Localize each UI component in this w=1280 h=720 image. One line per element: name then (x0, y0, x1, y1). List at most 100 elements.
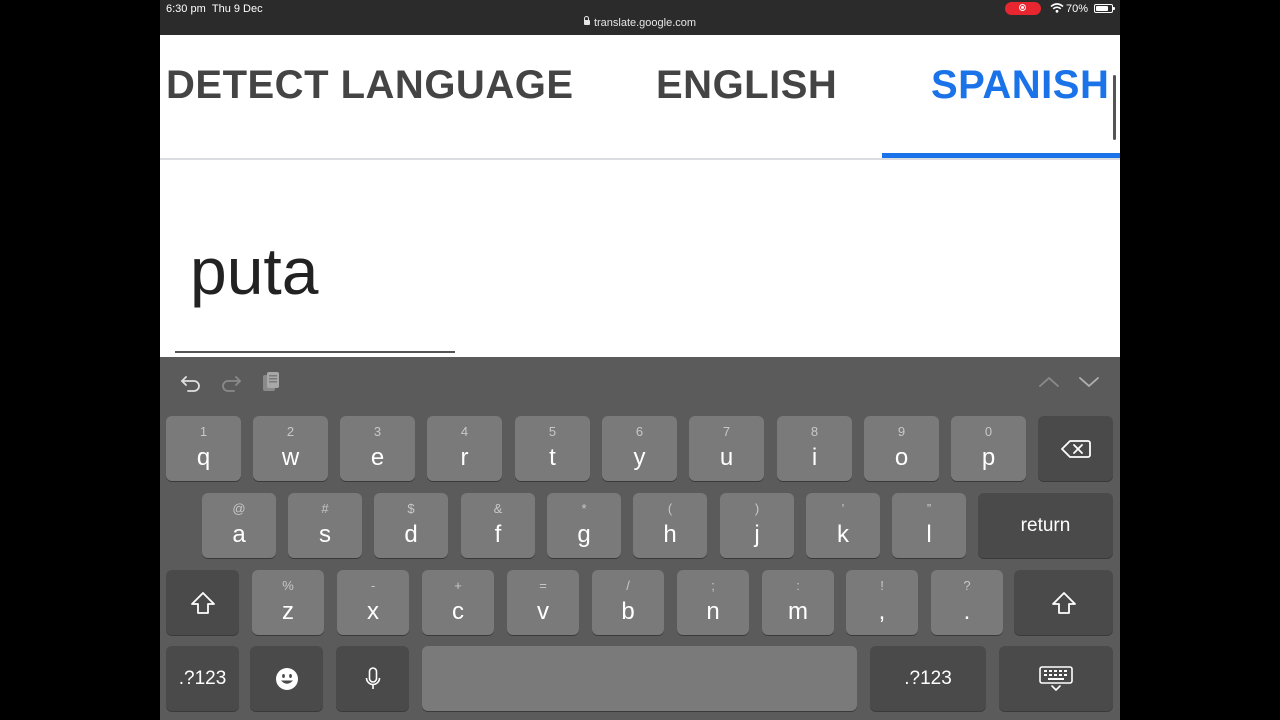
shift-key-left[interactable] (166, 570, 239, 635)
key-row1-5[interactable]: 6y (602, 416, 677, 481)
key-row2-0[interactable]: @ a (202, 493, 276, 558)
dictation-key[interactable] (336, 646, 409, 711)
redo-icon[interactable] (218, 369, 244, 395)
backspace-key[interactable] (1038, 416, 1113, 481)
key-row1-6[interactable]: 7u (689, 416, 764, 481)
key-row2-8[interactable]: ” l (892, 493, 966, 558)
key-secondary-label: % (282, 578, 294, 593)
status-bar: 6:30 pm Thu 9 Dec translate.google.com 7… (160, 0, 1120, 35)
key-row3-2[interactable]: + c (422, 570, 494, 635)
numbers-key-right[interactable]: .?123 (870, 646, 986, 711)
key-primary-label: v (537, 598, 549, 625)
key-row2-6[interactable]: ) j (720, 493, 794, 558)
key-primary-label: f (494, 521, 502, 548)
key-secondary-label: ; (711, 578, 715, 593)
chevron-down-icon[interactable] (1076, 369, 1102, 395)
keyboard-dismiss-icon (1039, 665, 1073, 691)
on-screen-keyboard: return .?123 .?123 1 q 2 w 3 e 4 r 5 t 6… (160, 357, 1120, 720)
tab-spanish[interactable]: SPANISH (931, 63, 1109, 108)
key-row1-4[interactable]: 5t (515, 416, 590, 481)
key-secondary-label: 8 (810, 424, 819, 439)
key-secondary-label: 3 (373, 424, 382, 439)
key-secondary-label: 0 (984, 424, 993, 439)
lock-icon (583, 16, 590, 25)
key-secondary-label: $ (407, 501, 415, 516)
key-row1-1[interactable]: 2w (253, 416, 328, 481)
key-primary-label: e (370, 444, 385, 471)
key-primary-label: x (367, 598, 379, 625)
key-primary-label: a (232, 521, 246, 548)
source-text-input[interactable]: puta (190, 233, 318, 309)
key-secondary-label: 4 (460, 424, 469, 439)
key-primary-label: l (926, 521, 932, 548)
key-primary-label: p (981, 444, 996, 471)
key-row3-4[interactable]: / b (592, 570, 664, 635)
key-primary-label: c (452, 598, 464, 625)
key-primary-label: d (404, 521, 418, 548)
key-primary-label: y (633, 444, 646, 471)
scroll-thumb[interactable] (1113, 75, 1116, 140)
key-row2-4[interactable]: * g (547, 493, 621, 558)
key-row1-0[interactable]: 1q (166, 416, 241, 481)
microphone-icon (365, 666, 380, 689)
key-secondary-label: 9 (897, 424, 906, 439)
shift-key-right[interactable] (1014, 570, 1113, 635)
backspace-icon (1060, 439, 1091, 458)
key-row1-9[interactable]: 0p (951, 416, 1026, 481)
key-row3-0[interactable]: % z (252, 570, 324, 635)
undo-icon[interactable] (178, 369, 204, 395)
key-primary-label: . (963, 598, 971, 625)
key-row1-3[interactable]: 4r (427, 416, 502, 481)
key-secondary-label: ” (926, 501, 932, 516)
key-row2-3[interactable]: & f (461, 493, 535, 558)
key-primary-label: s (319, 521, 331, 548)
key-secondary-label: ? (963, 578, 971, 593)
key-row2-1[interactable]: # s (288, 493, 362, 558)
key-primary-label: b (621, 598, 635, 625)
address-bar[interactable]: translate.google.com (160, 16, 1120, 29)
key-secondary-label: 6 (635, 424, 644, 439)
key-secondary-label: / (626, 578, 630, 593)
emoji-key[interactable] (250, 646, 323, 711)
key-row3-6[interactable]: :m (762, 570, 834, 635)
translate-page: DETECT LANGUAGE ENGLISH SPANISH puta (160, 35, 1120, 357)
text-selection-bar (175, 351, 455, 353)
key-primary-label: o (894, 444, 909, 471)
space-bar[interactable] (422, 646, 857, 711)
return-key[interactable]: return (978, 493, 1113, 558)
chevron-up-icon[interactable] (1036, 369, 1062, 395)
key-row3-8[interactable]: ?. (931, 570, 1003, 635)
key-primary-label: w (281, 444, 300, 471)
key-primary-label: i (811, 444, 818, 471)
key-row3-7[interactable]: !, (846, 570, 918, 635)
key-row3-1[interactable]: -x (337, 570, 409, 635)
key-row2-7[interactable]: ’ k (806, 493, 880, 558)
shift-icon (190, 591, 215, 614)
key-row3-5[interactable]: ; n (677, 570, 749, 635)
tab-english[interactable]: ENGLISH (656, 63, 837, 108)
key-secondary-label: ( (667, 501, 673, 516)
key-row1-7[interactable]: 8i (777, 416, 852, 481)
key-primary-label: j (754, 521, 760, 548)
screen-recording-icon[interactable] (1005, 2, 1041, 15)
key-row2-5[interactable]: (h (633, 493, 707, 558)
key-row2-2[interactable]: $ d (374, 493, 448, 558)
key-secondary-label: 2 (286, 424, 295, 439)
battery-percent: 70% (1066, 3, 1089, 15)
key-secondary-label: 7 (722, 424, 731, 439)
key-row1-2[interactable]: 3e (340, 416, 415, 481)
numbers-key-left[interactable]: .?123 (166, 646, 239, 711)
key-primary-label: m (788, 598, 808, 625)
dismiss-keyboard-key[interactable] (999, 646, 1113, 711)
clipboard-icon[interactable] (258, 369, 284, 395)
tab-detect-language[interactable]: DETECT LANGUAGE (166, 63, 574, 108)
key-row3-3[interactable]: = v (507, 570, 579, 635)
key-primary-label: t (549, 444, 556, 471)
url-text: translate.google.com (593, 17, 697, 29)
numbers-key-label: .?123 (904, 667, 952, 689)
key-row1-8[interactable]: 9o (864, 416, 939, 481)
key-secondary-label: * (581, 501, 587, 516)
ipad-screen: 6:30 pm Thu 9 Dec translate.google.com 7… (160, 0, 1120, 720)
shift-icon (1051, 591, 1076, 614)
key-primary-label: r (460, 444, 469, 471)
